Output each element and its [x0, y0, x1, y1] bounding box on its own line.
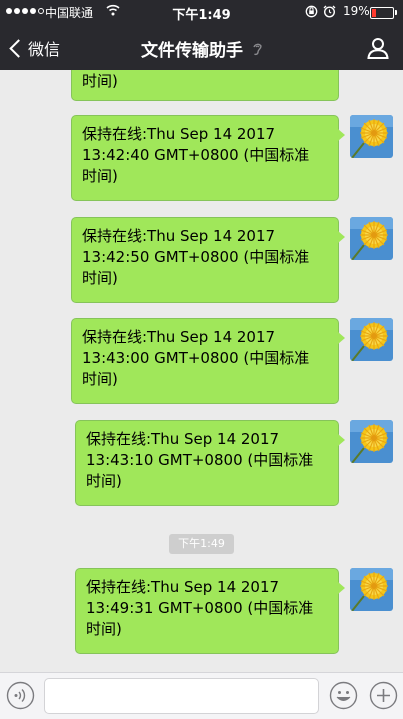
battery-percent: 19% [343, 4, 370, 18]
message-line: 13:49:31 GMT+0800 (中国标准 [86, 599, 314, 617]
message-line: 时间) [82, 269, 118, 287]
message-line: 时间) [82, 72, 118, 90]
message-line: 13:42:50 GMT+0800 (中国标准 [82, 248, 310, 266]
avatar[interactable] [350, 420, 393, 463]
avatar-dandelion-icon [350, 420, 393, 463]
avatar-dandelion-icon [350, 217, 393, 260]
avatar[interactable] [350, 318, 393, 361]
message-bubble[interactable]: 保持在线:Thu Sep 14 2017 13:43:00 GMT+0800 (… [71, 318, 345, 404]
message-line: 13:43:00 GMT+0800 (中国标准 [82, 349, 310, 367]
page-title-text: 文件传输助手 [141, 41, 244, 61]
status-bar: 中国联通 下午1:49 19% [0, 0, 403, 24]
avatar-dandelion-icon [350, 115, 393, 158]
message-line: 时间) [82, 167, 118, 185]
profile-icon[interactable] [367, 37, 389, 63]
message-input[interactable] [44, 678, 319, 714]
message-line: 保持在线:Thu Sep 14 2017 [82, 328, 276, 346]
message-line: 保持在线:Thu Sep 14 2017 [82, 125, 276, 143]
voice-icon [6, 681, 35, 710]
message-line: 时间) [86, 620, 122, 638]
battery-fill [372, 9, 377, 17]
more-button[interactable] [369, 681, 398, 714]
message-bubble[interactable]: 时间) [71, 70, 339, 101]
message-bubble[interactable]: 保持在线:Thu Sep 14 2017 13:43:10 GMT+0800 (… [75, 420, 345, 506]
chat-area[interactable]: 时间) 保持在线:Thu Sep 14 2017 13:42:40 GMT+08… [0, 70, 403, 672]
voice-button[interactable] [6, 681, 35, 714]
message-line: 保持在线:Thu Sep 14 2017 [82, 227, 276, 245]
avatar[interactable] [350, 115, 393, 158]
emoji-button[interactable] [329, 681, 358, 714]
message-line: 保持在线:Thu Sep 14 2017 [86, 578, 280, 596]
top-bar: 中国联通 下午1:49 19% 微信 文件传输助手 [0, 0, 403, 70]
message-bubble[interactable]: 保持在线:Thu Sep 14 2017 13:42:40 GMT+0800 (… [71, 115, 345, 201]
message-line: 13:42:40 GMT+0800 (中国标准 [82, 146, 310, 164]
alarm-icon [323, 5, 336, 21]
nav-bar: 微信 文件传输助手 [0, 24, 403, 70]
emoji-icon [329, 681, 358, 710]
message-bubble[interactable]: 保持在线:Thu Sep 14 2017 13:42:50 GMT+0800 (… [71, 217, 345, 303]
avatar-dandelion-icon [350, 568, 393, 611]
avatar-dandelion-icon [350, 318, 393, 361]
message-line: 时间) [86, 472, 122, 490]
avatar[interactable] [350, 217, 393, 260]
ear-icon [252, 41, 262, 61]
input-bar [0, 672, 403, 719]
message-bubble[interactable]: 保持在线:Thu Sep 14 2017 13:49:31 GMT+0800 (… [75, 568, 345, 654]
avatar[interactable] [350, 568, 393, 611]
message-line: 13:43:10 GMT+0800 (中国标准 [86, 451, 314, 469]
lock-rotation-icon [305, 5, 318, 21]
page-title: 文件传输助手 [0, 36, 403, 61]
plus-icon [369, 681, 398, 710]
time-separator: 下午1:49 [169, 534, 234, 554]
battery-cap [395, 10, 397, 15]
battery-icon [370, 7, 394, 19]
message-line: 保持在线:Thu Sep 14 2017 [86, 430, 280, 448]
message-line: 时间) [82, 370, 118, 388]
